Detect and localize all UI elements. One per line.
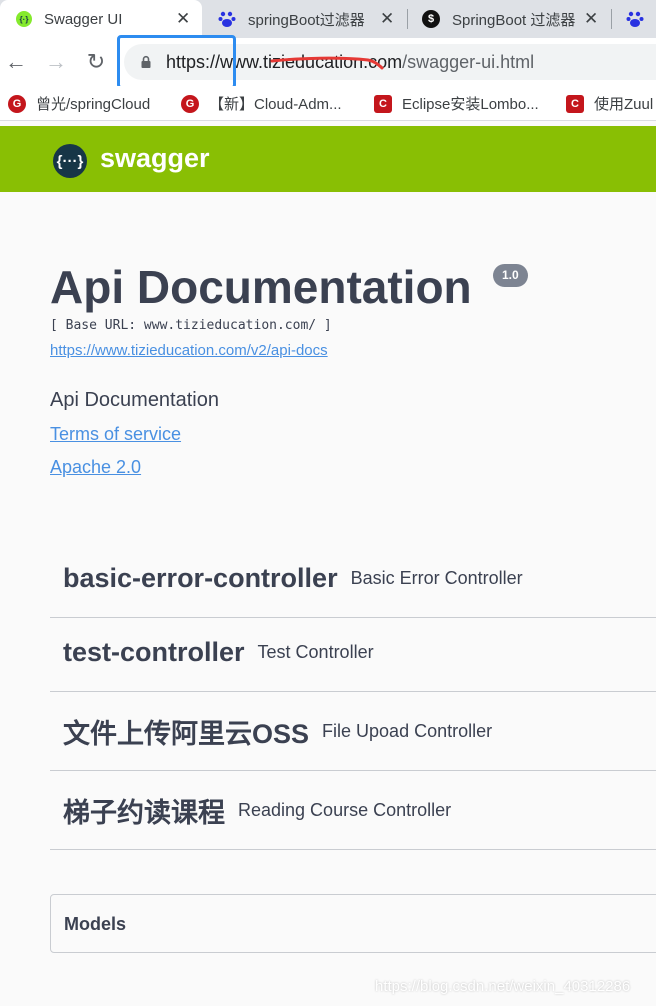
gitee-icon: G (8, 94, 26, 113)
bookmark-item[interactable]: C 使用Zuul (566, 93, 653, 114)
terms-of-service-link[interactable]: Terms of service (50, 424, 181, 445)
bookmarks-bar: G 曾光/springCloud G 【新】Cloud-Adm... C Ecl… (0, 86, 656, 121)
csdn-icon: C (374, 94, 392, 113)
bookmark-label: 曾光/springCloud (36, 96, 151, 113)
bookmark-item[interactable]: G 曾光/springCloud (8, 93, 150, 114)
tab-separator (611, 9, 612, 29)
tag-name: 文件上传阿里云OSS (63, 719, 310, 749)
license-link[interactable]: Apache 2.0 (50, 457, 141, 478)
api-description: Api Documentation (50, 389, 219, 411)
tag-reading-course-controller[interactable]: 梯子约读课程 Reading Course Controller (50, 772, 656, 850)
tag-description: Basic Error Controller (350, 568, 523, 588)
tag-name: 梯子约读课程 (63, 798, 225, 828)
back-icon[interactable]: ← (2, 48, 30, 76)
url-path: /swagger-ui.html (402, 52, 535, 72)
watermark: https://blog.csdn.net/weixin_40312286 (375, 978, 631, 995)
tag-name: test-controller (63, 637, 245, 667)
reload-icon[interactable]: ↻ (82, 48, 110, 76)
tab-label: SpringBoot 过滤器 (452, 11, 576, 29)
base-url: [ Base URL: www.tizieducation.com/ ] (50, 318, 332, 333)
gitee-icon: G (181, 94, 199, 113)
swagger-logo-text[interactable]: swagger (100, 143, 210, 174)
models-section[interactable]: Models (50, 894, 656, 953)
tab-springboot-filter-2[interactable]: $ SpringBoot 过滤器 ✕ (412, 0, 610, 38)
models-title: Models (64, 914, 127, 934)
bookmark-label: Eclipse安装Lombo... (402, 96, 539, 113)
baidu-icon (626, 11, 644, 27)
csdn-icon: C (566, 94, 584, 113)
bookmark-item[interactable]: C Eclipse安装Lombo... (374, 93, 539, 114)
bookmark-label: 使用Zuul (594, 96, 654, 113)
bookmark-label: 【新】Cloud-Adm... (209, 96, 342, 113)
tab-baidu[interactable] (616, 0, 656, 38)
close-icon[interactable]: ✕ (176, 9, 190, 29)
tag-description: File Upoad Controller (322, 721, 493, 741)
close-icon[interactable]: ✕ (584, 9, 598, 29)
swagger-logo-icon[interactable]: {···} (53, 144, 87, 178)
money-bag-icon: $ (422, 10, 440, 28)
page-title: Api Documentation (50, 261, 472, 313)
tag-file-upload-controller[interactable]: 文件上传阿里云OSS File Upoad Controller (50, 693, 656, 771)
version-badge: 1.0 (493, 264, 528, 287)
baidu-icon (218, 11, 236, 27)
tag-name: basic-error-controller (63, 563, 338, 593)
tag-test-controller[interactable]: test-controller Test Controller (50, 614, 656, 692)
tab-label: Swagger UI (44, 10, 123, 28)
tab-separator (407, 9, 408, 29)
tag-description: Reading Course Controller (238, 800, 452, 820)
swagger-icon: {·} (16, 11, 32, 27)
api-docs-link[interactable]: https://www.tizieducation.com/v2/api-doc… (50, 342, 328, 359)
tab-label: springBoot过滤器 (248, 11, 365, 29)
annotation-box (117, 35, 236, 89)
close-icon[interactable]: ✕ (380, 9, 394, 29)
tab-swagger-ui[interactable]: {·} Swagger UI ✕ (0, 0, 202, 38)
bookmark-item[interactable]: G 【新】Cloud-Adm... (181, 93, 342, 114)
tag-description: Test Controller (257, 642, 374, 662)
annotation-strike (270, 56, 384, 70)
tab-bar: {·} Swagger UI ✕ springBoot过滤器 ✕ $ Sprin… (0, 0, 656, 38)
tab-springboot-filter[interactable]: springBoot过滤器 ✕ (208, 0, 406, 38)
forward-icon[interactable]: → (42, 48, 70, 76)
swagger-topbar (0, 126, 656, 192)
tag-basic-error-controller[interactable]: basic-error-controller Basic Error Contr… (50, 540, 656, 618)
